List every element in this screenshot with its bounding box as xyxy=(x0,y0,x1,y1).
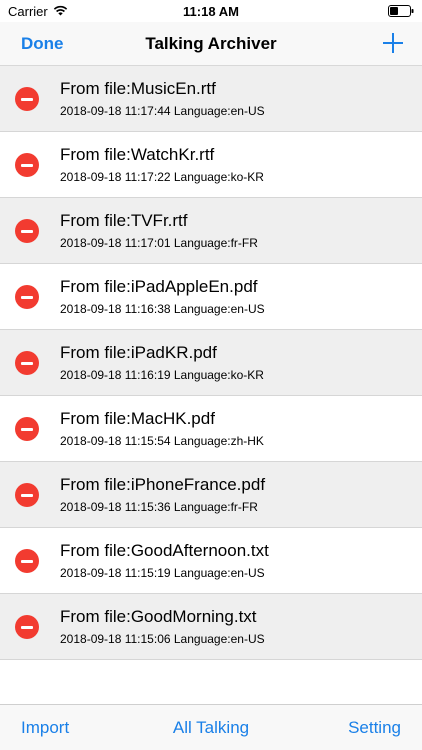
delete-icon[interactable] xyxy=(15,87,39,111)
item-title: From file:iPhoneFrance.pdf xyxy=(60,475,266,494)
status-time: 11:18 AM xyxy=(183,4,239,19)
item-title: From file:WatchKr.rtf xyxy=(60,145,215,164)
delete-icon[interactable] xyxy=(15,153,39,177)
item-subtitle: 2018-09-18 11:16:19 Language:ko-KR xyxy=(60,368,264,382)
item-title: From file:GoodAfternoon.txt xyxy=(60,541,269,560)
item-subtitle: 2018-09-18 11:15:36 Language:fr-FR xyxy=(60,500,258,514)
list-item[interactable]: From file:GoodMorning.txt 2018-09-18 11:… xyxy=(0,594,422,660)
item-title: From file:MacHK.pdf xyxy=(60,409,215,428)
list-item[interactable]: From file:MusicEn.rtf 2018-09-18 11:17:4… xyxy=(0,66,422,132)
plus-icon xyxy=(383,33,403,53)
archive-list: From file:MusicEn.rtf 2018-09-18 11:17:4… xyxy=(0,66,422,704)
delete-icon[interactable] xyxy=(15,351,39,375)
delete-icon[interactable] xyxy=(15,483,39,507)
list-item[interactable]: From file:TVFr.rtf 2018-09-18 11:17:01 L… xyxy=(0,198,422,264)
delete-icon[interactable] xyxy=(15,219,39,243)
delete-icon[interactable] xyxy=(15,615,39,639)
bottom-toolbar: Import All Talking Setting xyxy=(0,704,422,750)
item-title: From file:MusicEn.rtf xyxy=(60,79,216,98)
item-title: From file:iPadAppleEn.pdf xyxy=(60,277,258,296)
item-title: From file:iPadKR.pdf xyxy=(60,343,217,362)
list-item[interactable]: From file:iPadKR.pdf 2018-09-18 11:16:19… xyxy=(0,330,422,396)
item-subtitle: 2018-09-18 11:15:54 Language:zh-HK xyxy=(60,434,264,448)
item-subtitle: 2018-09-18 11:15:19 Language:en-US xyxy=(60,566,265,580)
item-subtitle: 2018-09-18 11:16:38 Language:en-US xyxy=(60,302,265,316)
item-title: From file:TVFr.rtf xyxy=(60,211,188,230)
status-bar: Carrier 11:18 AM xyxy=(0,0,422,22)
list-item[interactable]: From file:iPhoneFrance.pdf 2018-09-18 11… xyxy=(0,462,422,528)
item-subtitle: 2018-09-18 11:15:06 Language:en-US xyxy=(60,632,265,646)
delete-icon[interactable] xyxy=(15,417,39,441)
battery-icon xyxy=(388,5,414,20)
list-item[interactable]: From file:iPadAppleEn.pdf 2018-09-18 11:… xyxy=(0,264,422,330)
app-screen: Carrier 11:18 AM Done Talking Archiver F… xyxy=(0,0,422,750)
item-subtitle: 2018-09-18 11:17:22 Language:ko-KR xyxy=(60,170,264,184)
item-title: From file:GoodMorning.txt xyxy=(60,607,257,626)
item-subtitle: 2018-09-18 11:17:44 Language:en-US xyxy=(60,104,265,118)
list-item[interactable]: From file:WatchKr.rtf 2018-09-18 11:17:2… xyxy=(0,132,422,198)
delete-icon[interactable] xyxy=(15,549,39,573)
list-item[interactable]: From file:MacHK.pdf 2018-09-18 11:15:54 … xyxy=(0,396,422,462)
delete-icon[interactable] xyxy=(15,285,39,309)
add-button[interactable] xyxy=(382,32,404,54)
navigation-bar: Done Talking Archiver xyxy=(0,22,422,66)
list-item[interactable]: From file:GoodAfternoon.txt 2018-09-18 1… xyxy=(0,528,422,594)
item-subtitle: 2018-09-18 11:17:01 Language:fr-FR xyxy=(60,236,258,250)
setting-button[interactable]: Setting xyxy=(348,718,401,738)
page-title: Talking Archiver xyxy=(145,34,277,53)
